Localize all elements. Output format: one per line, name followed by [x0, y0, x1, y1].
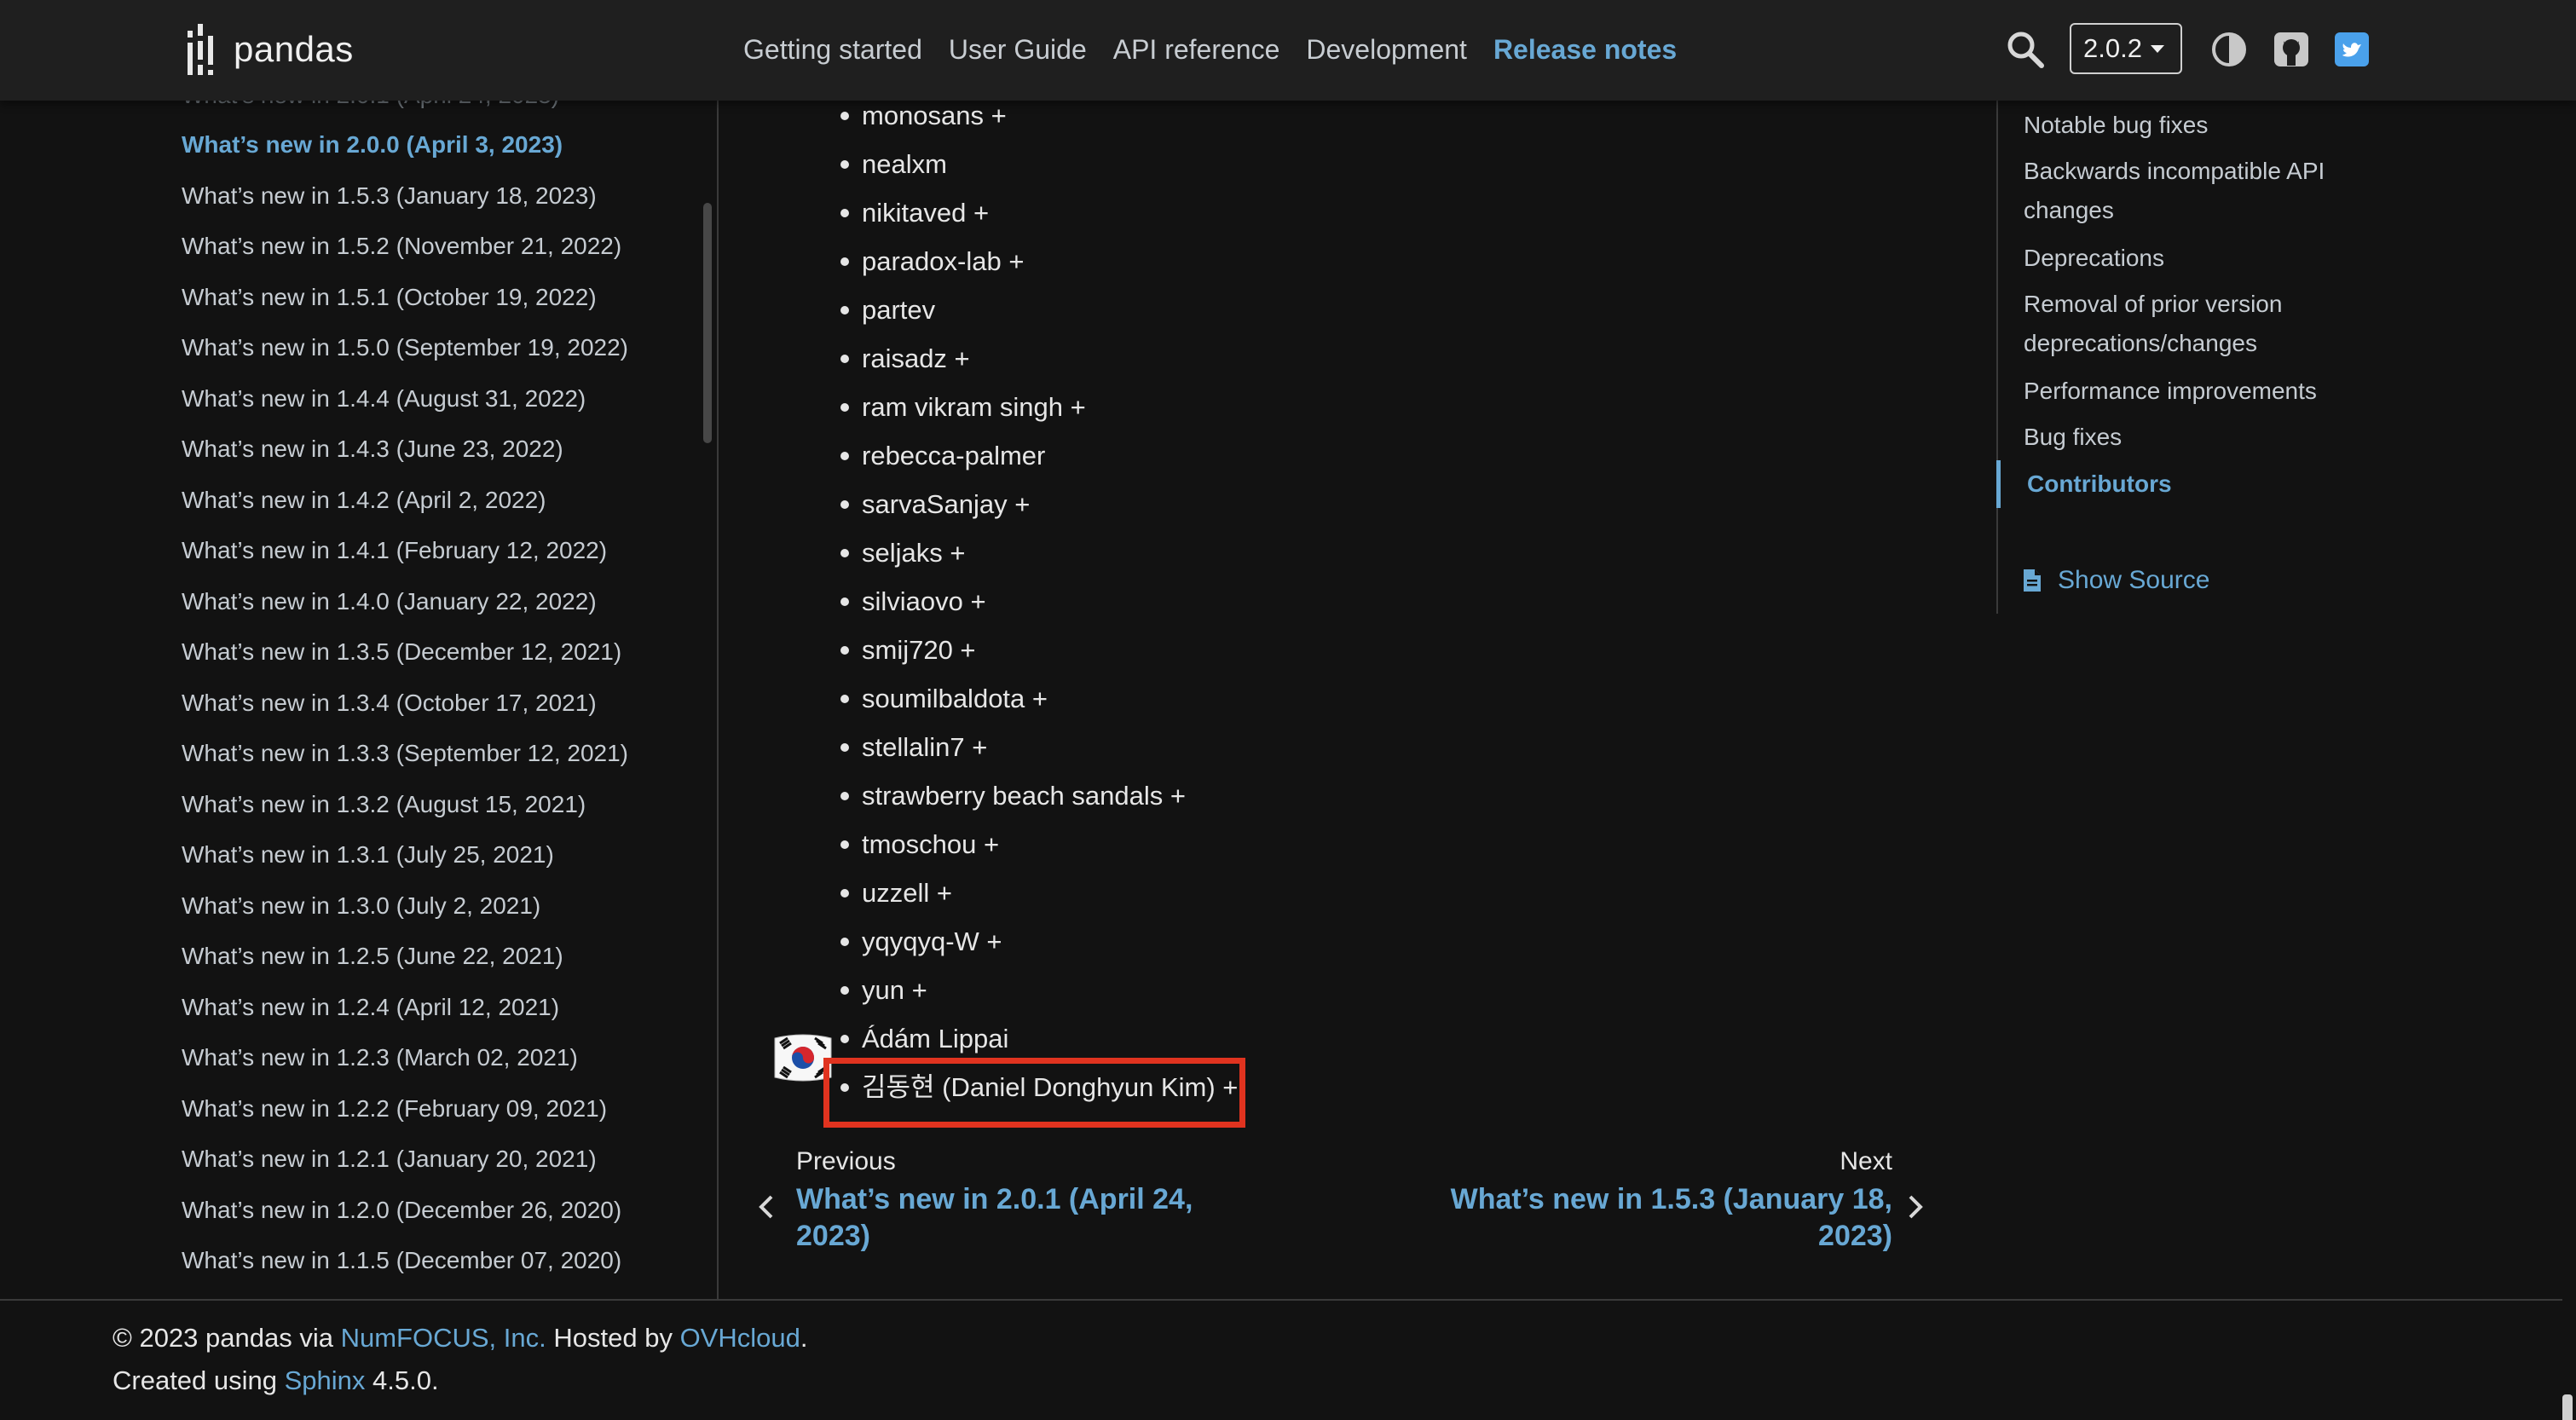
nav-getting-started[interactable]: Getting started	[743, 29, 922, 70]
left-sidebar: What’s new in 2.0.1 (April 24, 2023) Wha…	[0, 101, 718, 1299]
list-item: sarvaSanjay +	[840, 486, 1030, 523]
sidebar-item-1-3-0[interactable]: What’s new in 1.3.0 (July 2, 2021)	[182, 889, 540, 923]
version-switcher[interactable]: 2.0.2	[2070, 23, 2182, 74]
pandas-logo-icon	[188, 24, 222, 75]
list-item: uzzell +	[840, 875, 952, 912]
sidebar-item-1-5-1[interactable]: What’s new in 1.5.1 (October 19, 2022)	[182, 280, 597, 315]
toc-item-removal-prior-deprecations[interactable]: Removal of prior version deprecations/ch…	[2024, 285, 2382, 363]
file-icon	[2024, 569, 2041, 592]
sidebar-item-1-2-3[interactable]: What’s new in 1.2.3 (March 02, 2021)	[182, 1041, 578, 1075]
list-item: strawberry beach sandals +	[840, 777, 1186, 815]
list-item: monosans +	[840, 97, 1007, 135]
previous-label: Previous	[796, 1147, 896, 1175]
sidebar-item-1-5-0[interactable]: What’s new in 1.5.0 (September 19, 2022)	[182, 331, 628, 365]
toc-divider	[1996, 101, 1998, 614]
sidebar-item-1-4-3[interactable]: What’s new in 1.4.3 (June 23, 2022)	[182, 432, 563, 466]
version-label: 2.0.2	[2083, 33, 2142, 63]
sidebar-scrollbar[interactable]	[703, 203, 712, 443]
logo-text: pandas	[234, 29, 354, 69]
numfocus-link[interactable]: NumFOCUS, Inc.	[341, 1323, 546, 1353]
next-title: What’s new in 1.5.3 (January 18, 2023)	[1450, 1183, 1892, 1252]
list-item: nealxm	[840, 146, 947, 183]
previous-title: What’s new in 2.0.1 (April 24, 2023)	[796, 1183, 1193, 1252]
nav-release-notes[interactable]: Release notes	[1493, 29, 1677, 70]
toc-item-backwards-incompatible[interactable]: Backwards incompatible API changes	[2024, 152, 2382, 230]
sidebar-item-1-4-4[interactable]: What’s new in 1.4.4 (August 31, 2022)	[182, 382, 586, 416]
list-item: raisadz +	[840, 340, 970, 378]
toc-active-indicator	[1996, 460, 2001, 508]
show-source-label: Show Source	[2058, 566, 2210, 594]
footer-copyright: © 2023 pandas via NumFOCUS, Inc. Hosted …	[113, 1323, 808, 1353]
toc-item-performance[interactable]: Performance improvements	[2024, 372, 2382, 411]
list-item: nikitaved +	[840, 194, 989, 232]
main-nav: Getting started User Guide API reference…	[743, 29, 1703, 70]
list-item: smij720 +	[840, 632, 976, 669]
sphinx-link[interactable]: Sphinx	[285, 1365, 366, 1395]
sidebar-item-1-3-5[interactable]: What’s new in 1.3.5 (December 12, 2021)	[182, 635, 621, 669]
sidebar-item-1-4-1[interactable]: What’s new in 1.4.1 (February 12, 2022)	[182, 534, 607, 568]
theme-toggle-icon[interactable]	[2211, 32, 2247, 67]
list-item: Ádám Lippai	[840, 1020, 1008, 1058]
sidebar-item-1-3-2[interactable]: What’s new in 1.3.2 (August 15, 2021)	[182, 788, 586, 822]
search-icon[interactable]	[2005, 29, 2046, 70]
sidebar-item-1-2-1[interactable]: What’s new in 1.2.1 (January 20, 2021)	[182, 1142, 597, 1176]
sidebar-item-1-5-2[interactable]: What’s new in 1.5.2 (November 21, 2022)	[182, 229, 621, 263]
window-scrollbar[interactable]	[2562, 1394, 2573, 1420]
sidebar-item-1-3-3[interactable]: What’s new in 1.3.3 (September 12, 2021)	[182, 736, 628, 771]
list-item: rebecca-palmer	[840, 437, 1045, 475]
footer-created-using: Created using Sphinx 4.5.0.	[113, 1365, 439, 1395]
list-item: silviaovo +	[840, 583, 986, 621]
github-icon[interactable]	[2273, 32, 2309, 67]
toc-item-bug-fixes[interactable]: Bug fixes	[2024, 418, 2382, 457]
nav-development[interactable]: Development	[1306, 29, 1467, 70]
sidebar-divider	[717, 101, 719, 1299]
toc-item-contributors[interactable]: Contributors	[2027, 465, 2385, 504]
sidebar-item-2-0-1[interactable]: What’s new in 2.0.1 (April 24, 2023)	[182, 101, 559, 113]
sidebar-item-1-3-1[interactable]: What’s new in 1.3.1 (July 25, 2021)	[182, 838, 554, 872]
sidebar-item-1-4-0[interactable]: What’s new in 1.4.0 (January 22, 2022)	[182, 585, 597, 619]
list-item: seljaks +	[840, 534, 965, 572]
chevron-right-icon	[1909, 1195, 1923, 1219]
list-item: soumilbaldota +	[840, 680, 1048, 718]
list-item: ram vikram singh +	[840, 389, 1086, 426]
sidebar-item-1-1-5[interactable]: What’s new in 1.1.5 (December 07, 2020)	[182, 1244, 621, 1278]
toc-item-deprecations[interactable]: Deprecations	[2024, 239, 2382, 278]
show-source-link[interactable]: Show Source	[2022, 566, 2209, 595]
next-label: Next	[1840, 1147, 1892, 1175]
list-item: tmoschou +	[840, 826, 999, 863]
ovhcloud-link[interactable]: OVHcloud	[680, 1323, 800, 1353]
chevron-down-icon	[2150, 44, 2164, 53]
sidebar-item-1-2-2[interactable]: What’s new in 1.2.2 (February 09, 2021)	[182, 1092, 607, 1126]
sidebar-item-1-3-4[interactable]: What’s new in 1.3.4 (October 17, 2021)	[182, 686, 597, 720]
sidebar-item-1-2-0[interactable]: What’s new in 1.2.0 (December 26, 2020)	[182, 1193, 621, 1227]
twitter-icon[interactable]	[2334, 32, 2370, 67]
nav-api-reference[interactable]: API reference	[1113, 29, 1280, 70]
pandas-logo[interactable]: pandas	[188, 22, 354, 77]
chevron-left-icon	[759, 1195, 773, 1219]
toc-item-notable-bug-fixes[interactable]: Notable bug fixes	[2024, 106, 2382, 145]
list-item: stellalin7 +	[840, 729, 987, 766]
sidebar-item-1-4-2[interactable]: What’s new in 1.4.2 (April 2, 2022)	[182, 483, 546, 517]
top-navbar: pandas Getting started User Guide API re…	[0, 0, 2576, 101]
list-item: partev	[840, 292, 935, 329]
sidebar-item-1-2-4[interactable]: What’s new in 1.2.4 (April 12, 2021)	[182, 990, 559, 1025]
footer-divider	[0, 1299, 2562, 1301]
highlight-box	[823, 1058, 1245, 1128]
sidebar-item-1-2-5[interactable]: What’s new in 1.2.5 (June 22, 2021)	[182, 939, 563, 973]
sidebar-item-1-5-3[interactable]: What’s new in 1.5.3 (January 18, 2023)	[182, 179, 597, 213]
list-item: yqyqyq-W +	[840, 923, 1002, 961]
list-item: yun +	[840, 972, 927, 1009]
nav-user-guide[interactable]: User Guide	[949, 29, 1087, 70]
sidebar-item-2-0-0[interactable]: What’s new in 2.0.0 (April 3, 2023)	[182, 128, 563, 162]
list-item: paradox-lab +	[840, 243, 1024, 280]
